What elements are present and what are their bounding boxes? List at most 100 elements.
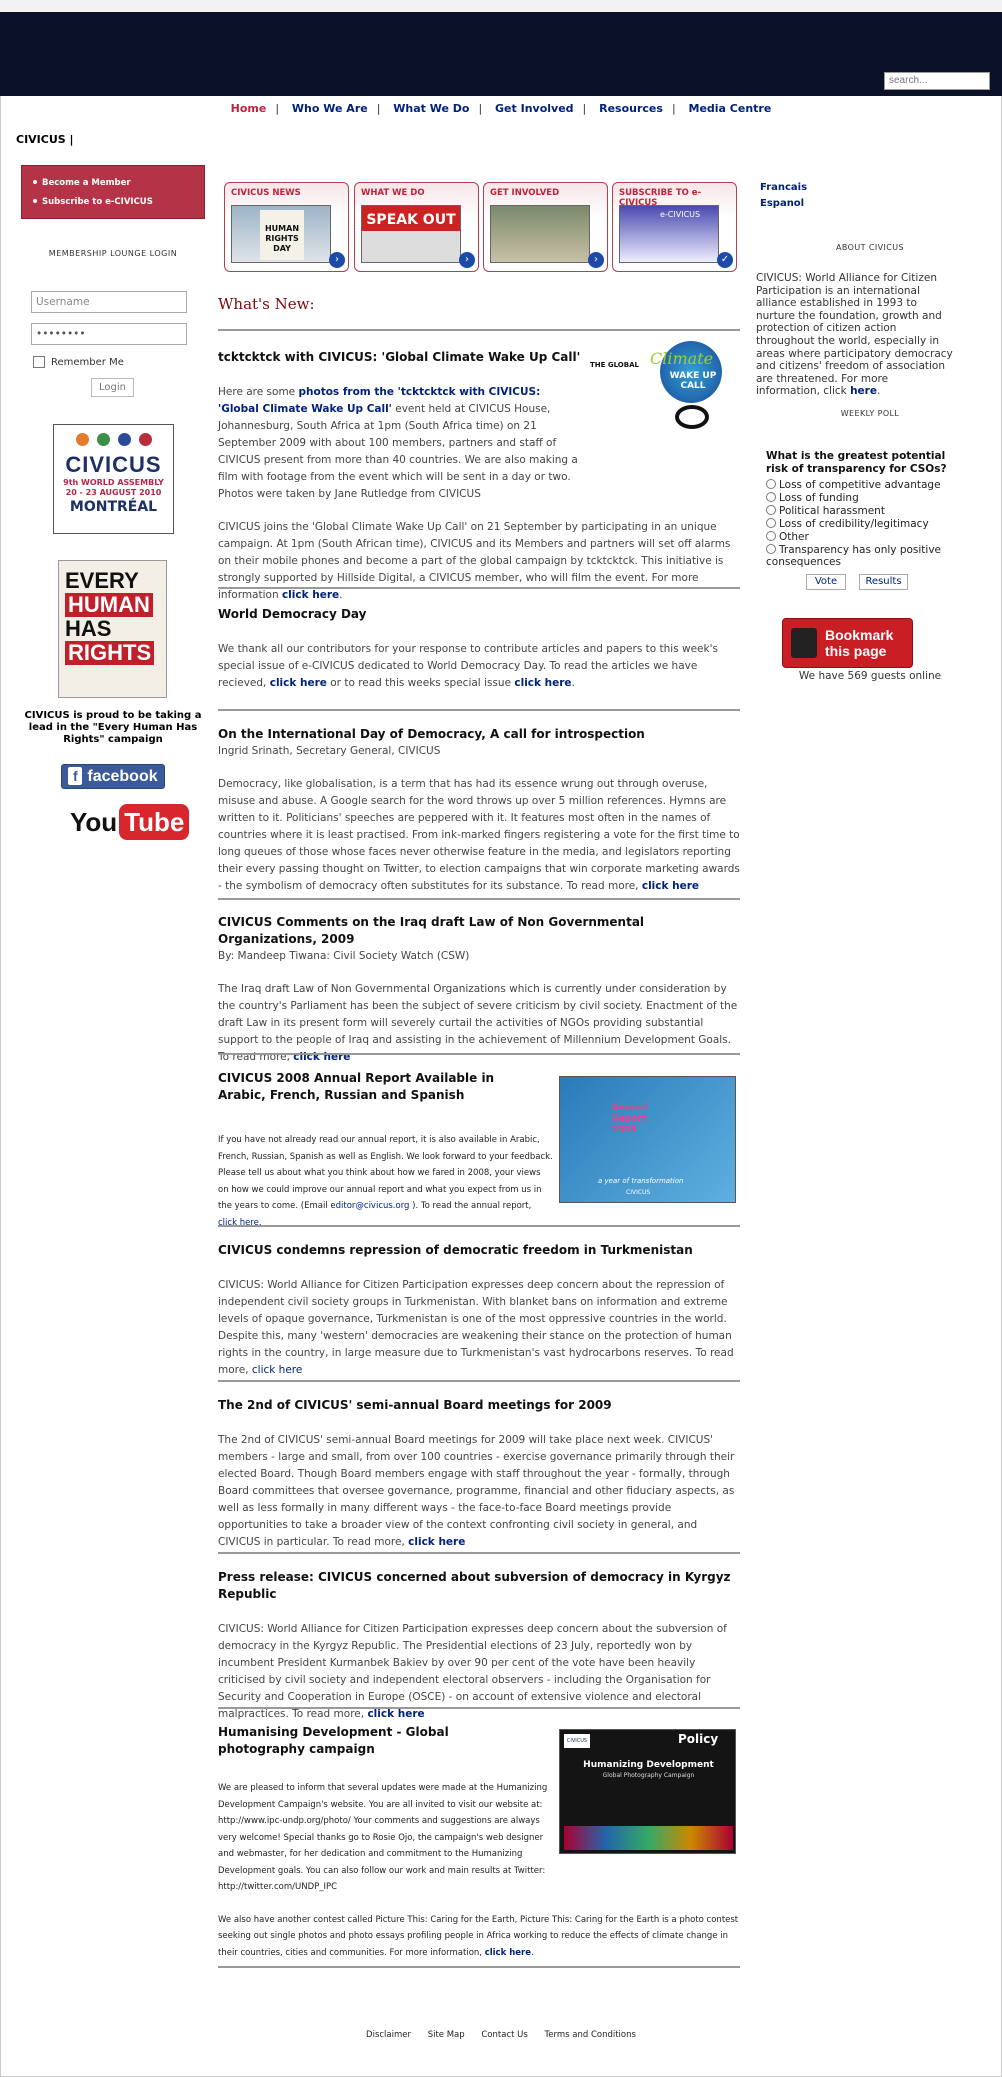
arrow-icon: › xyxy=(459,252,475,268)
divider xyxy=(218,329,740,331)
every-human-has-rights-banner[interactable]: EVERY HUMAN HAS RIGHTS xyxy=(58,560,167,698)
article-title[interactable]: On the International Day of Democracy, A… xyxy=(218,726,740,743)
results-button[interactable]: Results xyxy=(859,574,908,590)
assembly-city: MONTRÉAL xyxy=(69,499,158,515)
click-here-link[interactable]: click here xyxy=(408,1536,465,1548)
tile-get-involved[interactable]: GET INVOLVED › xyxy=(483,182,608,272)
lang-francais[interactable]: Francais xyxy=(760,180,807,196)
subscribe-link[interactable]: Subscribe to e-CIVICUS xyxy=(22,188,204,207)
nav-who-we-are[interactable]: Who We Are xyxy=(292,102,368,115)
facebook-icon: f xyxy=(68,767,83,785)
article-annual-report: CIVICUS 2008 Annual Report Available in … xyxy=(218,1070,740,1231)
radio-icon[interactable] xyxy=(766,479,776,489)
poll-question: What is the greatest potential risk of t… xyxy=(766,450,947,475)
click-here-link[interactable]: click here xyxy=(367,1708,424,1720)
click-here-link[interactable]: click here xyxy=(282,589,339,601)
check-icon: ✓ xyxy=(717,252,733,268)
divider xyxy=(218,587,740,589)
rights-campaign-text: CIVICUS is proud to be taking a lead in … xyxy=(24,710,202,745)
footer-disclaimer[interactable]: Disclaimer xyxy=(366,2030,411,2040)
poll-option[interactable]: Loss of credibility/legitimacy xyxy=(766,518,929,530)
divider xyxy=(218,1966,740,1968)
poll-option[interactable]: Loss of funding xyxy=(766,492,859,504)
guests-online: We have 569 guests online xyxy=(798,670,942,682)
click-here-link[interactable]: click here xyxy=(485,1948,531,1958)
article-title[interactable]: Press release: CIVICUS concerned about s… xyxy=(218,1569,740,1603)
bookmark-button[interactable]: Bookmark this page xyxy=(782,618,913,668)
footer-terms[interactable]: Terms and Conditions xyxy=(545,2030,636,2040)
tile-photo: e-CIVICUS xyxy=(619,205,719,263)
tile-civicus-news[interactable]: CIVICUS NEWS HUMAN RIGHTS DAY › xyxy=(224,182,349,272)
about-here-link[interactable]: here xyxy=(850,385,877,397)
tile-photo xyxy=(490,205,590,263)
youtube-button[interactable]: You Tube xyxy=(70,804,190,840)
tile-title: GET INVOLVED xyxy=(490,188,560,198)
rights-word-4: RIGHTS xyxy=(65,641,155,665)
article-title[interactable]: CIVICUS condemns repression of democrati… xyxy=(218,1242,740,1259)
article-title[interactable]: CIVICUS 2008 Annual Report Available in … xyxy=(218,1070,538,1104)
radio-icon[interactable] xyxy=(766,531,776,541)
article-iraq: CIVICUS Comments on the Iraq draft Law o… xyxy=(218,914,740,1066)
divider xyxy=(218,1053,740,1055)
world-assembly-banner[interactable]: CIVICUS 9th WORLD ASSEMBLY 20 - 23 AUGUS… xyxy=(53,424,174,534)
username-field[interactable]: Username xyxy=(31,291,187,313)
radio-icon[interactable] xyxy=(766,492,776,502)
footer-contact-us[interactable]: Contact Us xyxy=(481,2030,527,2040)
divider xyxy=(218,709,740,711)
article-body: We thank all our contributors for your r… xyxy=(218,643,718,689)
footer-links: Disclaimer Site Map Contact Us Terms and… xyxy=(0,2030,1002,2040)
article-body: If you have not already read our annual … xyxy=(218,1135,553,1228)
poll-option[interactable]: Political harassment xyxy=(766,505,885,517)
divider xyxy=(218,1380,740,1382)
article-title[interactable]: The 2nd of CIVICUS' semi-annual Board me… xyxy=(218,1397,740,1414)
tile-title: CIVICUS NEWS xyxy=(231,188,301,198)
email-link[interactable]: editor@civicus.org xyxy=(330,1201,409,1211)
site-name: CIVICUS | xyxy=(16,133,74,146)
radio-icon[interactable] xyxy=(766,505,776,515)
assembly-logo-text: CIVICUS xyxy=(65,452,162,477)
click-here-link[interactable]: click here xyxy=(252,1364,302,1376)
article-title[interactable]: CIVICUS Comments on the Iraq draft Law o… xyxy=(218,914,740,948)
nav-get-involved[interactable]: Get Involved xyxy=(495,102,574,115)
radio-icon[interactable] xyxy=(766,518,776,528)
nav-home[interactable]: Home xyxy=(231,102,267,115)
facebook-button[interactable]: f facebook xyxy=(61,764,165,789)
member-links-box: Become a Member Subscribe to e-CIVICUS xyxy=(21,165,205,219)
rights-word-2: HUMAN xyxy=(65,593,153,617)
climate-logo: THE GLOBAL Climate WAKE UP CALL xyxy=(590,341,732,443)
nav-what-we-do[interactable]: What We Do xyxy=(393,102,469,115)
nav-media-centre[interactable]: Media Centre xyxy=(689,102,772,115)
tile-what-we-do[interactable]: WHAT WE DO SPEAK OUT › xyxy=(354,182,479,272)
arrow-icon: › xyxy=(329,252,345,268)
footer-site-map[interactable]: Site Map xyxy=(428,2030,465,2040)
tile-subscribe[interactable]: SUBSCRIBE TO e-CIVICUS e-CIVICUS ✓ xyxy=(612,182,737,272)
article-title[interactable]: Humanising Development - Global photogra… xyxy=(218,1724,518,1758)
become-member-link[interactable]: Become a Member xyxy=(22,166,204,188)
tile-title: WHAT WE DO xyxy=(361,188,425,198)
article-body: Here are some photos from the 'tcktcktck… xyxy=(218,386,578,500)
header-banner xyxy=(0,12,1002,96)
radio-icon[interactable] xyxy=(766,544,776,554)
remember-me-checkbox[interactable] xyxy=(33,356,45,368)
poll-heading: WEEKLY POLL xyxy=(840,409,900,418)
click-here-link[interactable]: click here xyxy=(514,677,571,689)
article-body: The 2nd of CIVICUS' semi-annual Board me… xyxy=(218,1434,735,1548)
article-byline: By: Mandeep Tiwana: Civil Society Watch … xyxy=(218,950,470,962)
click-here-link[interactable]: click here xyxy=(642,880,699,892)
tile-photo: HUMAN RIGHTS DAY xyxy=(231,205,331,263)
poll-option[interactable]: Loss of competitive advantage xyxy=(766,479,941,491)
password-field[interactable]: •••••••• xyxy=(31,323,187,345)
article-body: CIVICUS: World Alliance for Citizen Part… xyxy=(218,1279,734,1376)
divider xyxy=(218,898,740,900)
search-input[interactable]: search... xyxy=(884,72,990,90)
poll-option[interactable]: Transparency has only positive consequen… xyxy=(766,544,946,568)
bookmark-icon xyxy=(791,628,817,658)
vote-button[interactable]: Vote xyxy=(806,574,846,590)
lang-espanol[interactable]: Espanol xyxy=(760,196,807,212)
click-here-link[interactable]: click here xyxy=(270,677,327,689)
nav-resources[interactable]: Resources xyxy=(599,102,663,115)
article-turkmenistan: CIVICUS condemns repression of democrati… xyxy=(218,1242,740,1379)
poll-option[interactable]: Other xyxy=(766,531,809,543)
article-title[interactable]: World Democracy Day xyxy=(218,606,740,623)
login-button[interactable]: Login xyxy=(91,378,134,397)
